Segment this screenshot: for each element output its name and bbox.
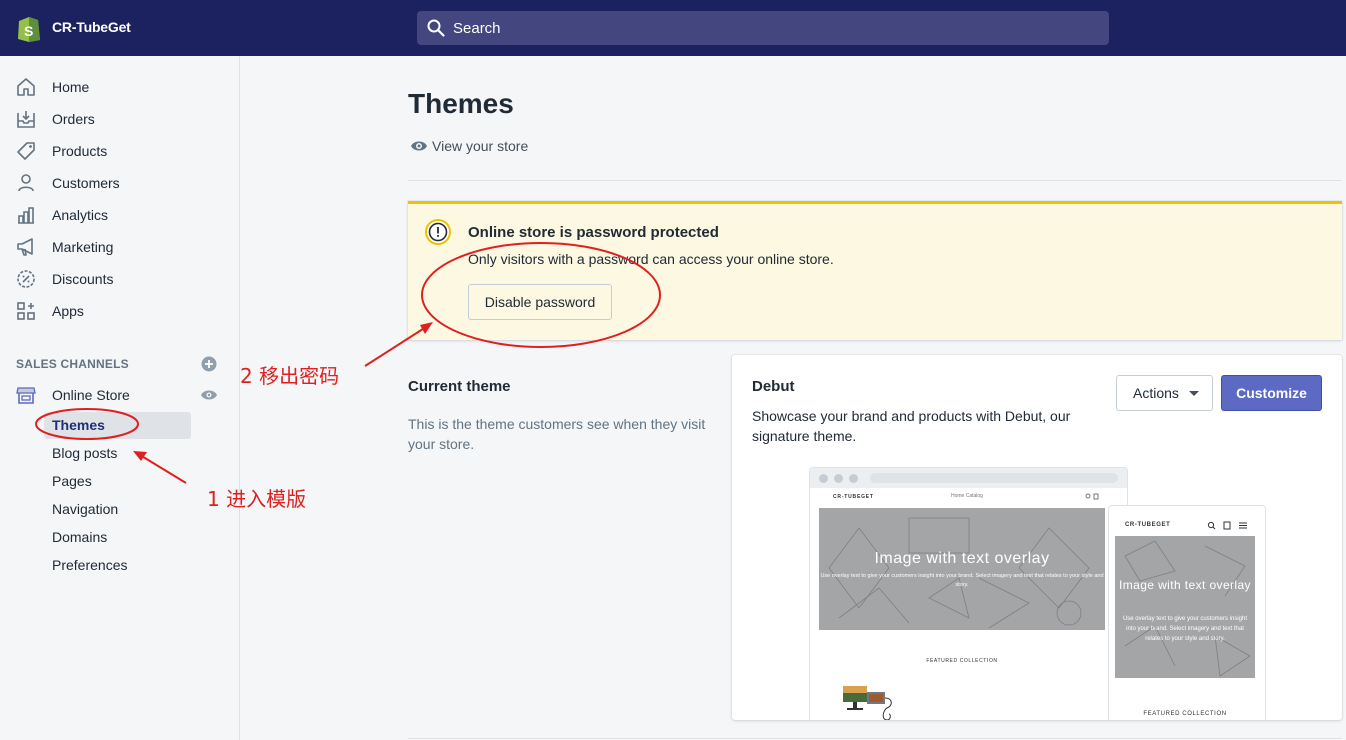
sidebar-item-label: Orders bbox=[52, 111, 95, 127]
sidebar-item-marketing[interactable]: Marketing bbox=[0, 231, 240, 263]
sidebar-item-label: Online Store bbox=[52, 387, 130, 403]
sidebar-item-analytics[interactable]: Analytics bbox=[0, 199, 240, 231]
warning-icon bbox=[425, 219, 451, 245]
shopify-logo-icon[interactable]: S bbox=[16, 14, 42, 42]
sidebar-item-label: Home bbox=[52, 79, 90, 95]
megaphone-icon bbox=[17, 238, 33, 256]
mobile-hero-title: Image with text overlay bbox=[1119, 578, 1251, 592]
mobile-page: CR-TUBEGET Image with text overlay Use o… bbox=[1115, 516, 1255, 720]
store-icon bbox=[16, 387, 36, 404]
current-theme-description: This is the theme customers see when the… bbox=[408, 416, 706, 452]
sidebar-subitem-blog-posts[interactable]: Blog posts bbox=[52, 445, 117, 461]
preview-hero-title: Image with text overlay bbox=[874, 550, 1050, 567]
sidebar: Home Orders Products Customers Analytics… bbox=[0, 56, 240, 740]
current-theme-title: Current theme bbox=[408, 378, 511, 395]
bottom-divider bbox=[408, 738, 1342, 739]
preview-brand: CR-TUBEGET bbox=[833, 494, 874, 500]
sidebar-subitem-preferences[interactable]: Preferences bbox=[52, 557, 127, 573]
sidebar-item-apps[interactable]: Apps bbox=[0, 295, 240, 327]
view-store-label: View your store bbox=[432, 138, 529, 154]
actions-label: Actions bbox=[1133, 385, 1179, 401]
sidebar-item-label: Discounts bbox=[52, 271, 114, 287]
mobile-header-icons bbox=[1207, 521, 1247, 530]
search-placeholder: Search bbox=[453, 20, 501, 37]
search-icon bbox=[427, 19, 445, 37]
actions-dropdown[interactable]: Actions bbox=[1116, 375, 1213, 411]
sidebar-item-label: Products bbox=[52, 143, 108, 159]
discount-icon bbox=[17, 270, 35, 288]
sidebar-item-label: Apps bbox=[52, 303, 84, 319]
mobile-hero-subtitle: Use overlay text to give your customers … bbox=[1122, 616, 1248, 642]
sidebar-item-products[interactable]: Products bbox=[0, 135, 240, 167]
desktop-theme-preview: CR-TUBEGET Home Catalog Image with text … bbox=[809, 467, 1128, 720]
mobile-preview-hero: Image with text overlay Use overlay text… bbox=[1115, 536, 1255, 678]
svg-text:S: S bbox=[24, 23, 33, 39]
sidebar-subitem-themes[interactable]: Themes bbox=[52, 417, 105, 433]
preview-featured-collection: FEATURED COLLECTION bbox=[926, 658, 998, 664]
password-warning-banner: Online store is password protected Only … bbox=[408, 201, 1342, 340]
mobile-hero-pattern bbox=[1124, 540, 1251, 677]
orders-icon bbox=[17, 111, 35, 128]
sidebar-subitem-pages[interactable]: Pages bbox=[52, 473, 92, 489]
preview-hero-subtitle: Use overlay text to give your customers … bbox=[820, 573, 1104, 588]
sidebar-item-orders[interactable]: Orders bbox=[0, 103, 240, 135]
mobile-featured-collection: FEATURED COLLECTION bbox=[1143, 711, 1227, 717]
eye-icon bbox=[411, 141, 427, 151]
sidebar-item-label: Analytics bbox=[52, 207, 109, 223]
sidebar-item-online-store[interactable]: Online Store bbox=[0, 379, 240, 411]
desktop-page: CR-TUBEGET Home Catalog Image with text … bbox=[819, 488, 1105, 720]
view-online-store-icon[interactable] bbox=[200, 389, 218, 401]
store-name[interactable]: CR-TubeGet bbox=[52, 19, 131, 35]
disable-password-button[interactable]: Disable password bbox=[468, 284, 612, 320]
browser-dot bbox=[834, 474, 843, 483]
annotation-step-1: 1 进入模版 bbox=[207, 487, 307, 511]
theme-description: Showcase your brand and products with De… bbox=[752, 408, 1071, 444]
sidebar-subitem-domains[interactable]: Domains bbox=[52, 529, 107, 545]
search-cart-icons bbox=[1085, 493, 1099, 500]
mobile-preview-brand: CR-TUBEGET bbox=[1125, 522, 1171, 528]
theme-name: Debut bbox=[752, 378, 795, 395]
sidebar-item-customers[interactable]: Customers bbox=[0, 167, 240, 199]
hero-pattern bbox=[828, 517, 1090, 629]
sidebar-item-home[interactable]: Home bbox=[0, 71, 240, 103]
banner-text: Only visitors with a password can access… bbox=[468, 251, 834, 267]
top-bar: S CR-TubeGet Search bbox=[0, 0, 1346, 56]
preview-product-image bbox=[843, 686, 892, 720]
home-icon bbox=[17, 78, 35, 96]
mobile-theme-preview: CR-TUBEGET Image with text overlay Use o… bbox=[1108, 505, 1266, 720]
sidebar-subitem-navigation[interactable]: Navigation bbox=[52, 501, 118, 517]
search-input[interactable]: Search bbox=[417, 11, 1109, 45]
person-icon bbox=[18, 174, 34, 192]
browser-url-bar bbox=[870, 473, 1118, 483]
preview-nav-links: Home Catalog bbox=[951, 493, 983, 499]
banner-title: Online store is password protected bbox=[468, 224, 719, 241]
add-channel-icon[interactable] bbox=[201, 356, 217, 372]
tag-icon bbox=[17, 142, 35, 160]
caret-down-icon bbox=[1189, 391, 1199, 396]
divider bbox=[408, 180, 1342, 181]
sidebar-item-label: Customers bbox=[52, 175, 120, 191]
sales-channels-title: SALES CHANNELS bbox=[16, 357, 129, 371]
sidebar-item-discounts[interactable]: Discounts bbox=[0, 263, 240, 295]
sidebar-item-label: Marketing bbox=[52, 239, 114, 255]
bar-chart-icon bbox=[18, 207, 34, 224]
theme-card: Debut Showcase your brand and products w… bbox=[732, 355, 1342, 720]
preview-hero: Image with text overlay Use overlay text… bbox=[819, 508, 1105, 630]
browser-dot bbox=[819, 474, 828, 483]
annotation-step-2: 2 移出密码 bbox=[240, 364, 340, 388]
customize-button[interactable]: Customize bbox=[1221, 375, 1322, 411]
apps-icon bbox=[17, 302, 35, 320]
browser-bar bbox=[810, 468, 1127, 488]
page-title: Themes bbox=[408, 88, 514, 119]
browser-dot bbox=[849, 474, 858, 483]
